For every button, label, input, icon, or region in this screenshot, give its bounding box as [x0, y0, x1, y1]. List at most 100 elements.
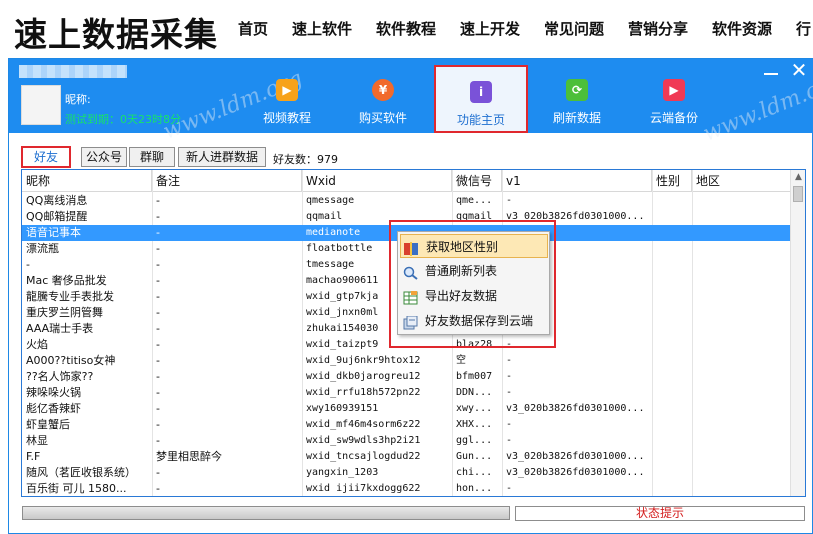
table-cell-remark: -	[156, 290, 160, 303]
col-wxid[interactable]: Wxid	[302, 170, 452, 192]
table-cell-region	[692, 289, 792, 305]
table-cell-nickname: ??名人饰家??	[26, 370, 94, 383]
nav-item-faq[interactable]: 常见问题	[544, 18, 604, 39]
toolbar-feature-home[interactable]: i 功能主页	[434, 65, 528, 133]
nav-item-more[interactable]: 行	[796, 18, 811, 39]
nav-item-home[interactable]: 首页	[238, 18, 268, 39]
table-cell-region	[692, 321, 792, 337]
col-nickname[interactable]: 昵称	[22, 170, 152, 192]
table-cell-nickname: 百乐街 可儿 1580...	[26, 482, 127, 495]
toolbar-refresh-data[interactable]: ⟳ 刷新数据	[542, 73, 612, 129]
tab-group-chats[interactable]: 群聊	[129, 147, 175, 167]
table-cell-wxid: qmessage	[306, 195, 355, 206]
vertical-scrollbar[interactable]: ▲	[790, 170, 805, 496]
table-cell-region	[692, 273, 792, 289]
magnifier-icon	[403, 264, 418, 280]
tab-official-accounts[interactable]: 公众号	[81, 147, 127, 167]
table-cell-remark: -	[156, 354, 160, 367]
table-cell-region	[692, 465, 792, 481]
table-row[interactable]: 林显 - wxid_sw9wdls3hp2i21 ggl... -	[22, 433, 792, 449]
table-row[interactable]: 彪亿香辣虾 - xwy160939151 xwy... v3_020b3826fd030…	[22, 401, 792, 417]
table-cell-wxid: wxid_9uj6nkr9htox12	[306, 355, 421, 366]
table-cell-remark: -	[156, 306, 160, 319]
window-title-redacted	[19, 65, 127, 78]
toolbar-cloud-backup[interactable]: ▶ 云端备份	[639, 73, 709, 129]
friend-count: 好友数：979	[273, 153, 338, 166]
app-toolbar: ✕ 昵称: 测试到期：0天23时8分 www.ldm.org www.ldm.o…	[9, 59, 813, 147]
nav-item-software[interactable]: 速上软件	[292, 18, 352, 39]
tab-new-members[interactable]: 新人进群数据	[178, 147, 266, 167]
table-row[interactable]: 虾皇蟹后 - wxid_mf46m4sorm6z22 XHX... -	[22, 417, 792, 433]
table-cell-remark: -	[156, 210, 160, 223]
toolbar-video-tutorial[interactable]: ▶ 视频教程	[252, 73, 322, 129]
table-cell-gender	[652, 257, 692, 273]
cloud-backup-icon: ▶	[663, 79, 685, 101]
table-cell-gender	[652, 273, 692, 289]
minimize-button[interactable]	[764, 61, 778, 75]
menu-get-region-gender[interactable]: 获取地区性别	[400, 234, 548, 258]
table-cell-gender	[652, 369, 692, 385]
table-cell-wechat-id: bfm007	[456, 371, 493, 382]
table-cell-remark: -	[156, 322, 160, 335]
context-menu: 获取地区性别 普通刷新列表 导出好友数据 好友数据保存到云端	[397, 231, 550, 335]
tab-friends[interactable]: 好友	[21, 146, 71, 168]
nav-item-resources[interactable]: 软件资源	[712, 18, 772, 39]
table-row[interactable]: ??名人饰家?? - wxid_dkb0jarogreu12 bfm007 -	[22, 369, 792, 385]
nav-item-tutorial[interactable]: 软件教程	[376, 18, 436, 39]
table-row[interactable]: 随风（茗匠收银系统） - yangxin_1203 chi... v3_020b3826…	[22, 465, 792, 481]
col-v1[interactable]: v1	[502, 170, 652, 192]
menu-label: 普通刷新列表	[425, 264, 498, 278]
table-row[interactable]: 辣哚哚火锅 - wxid_rrfu18h572pn22 DDN... -	[22, 385, 792, 401]
table-cell-v1: -	[506, 435, 513, 446]
home-icon: i	[470, 81, 492, 103]
col-remark[interactable]: 备注	[152, 170, 302, 192]
spreadsheet-icon	[403, 289, 418, 305]
menu-save-to-cloud[interactable]: 好友数据保存到云端	[400, 309, 548, 333]
toolbar-label: 功能主页	[456, 113, 505, 127]
table-cell-v1: v3_020b3826fd0301000...	[506, 467, 645, 478]
table-cell-nickname: 语音记事本	[26, 226, 81, 239]
cart-icon: ¥	[372, 79, 394, 101]
table-cell-wxid: wxid ijii7kxdogg622	[306, 483, 421, 494]
table-cell-region	[692, 401, 792, 417]
toolbar-buy-software[interactable]: ¥ 购买软件	[348, 73, 418, 129]
scroll-thumb[interactable]	[793, 186, 803, 202]
table-row[interactable]: QQ离线消息 - qmessage qme... -	[22, 193, 792, 209]
table-cell-wxid: xwy160939151	[306, 403, 379, 414]
scroll-up-icon[interactable]: ▲	[791, 170, 805, 184]
col-region[interactable]: 地区	[692, 170, 792, 192]
table-cell-nickname: 火焰	[26, 338, 48, 351]
table-cell-remark: -	[156, 434, 160, 447]
col-wechat-id[interactable]: 微信号	[452, 170, 502, 192]
col-gender[interactable]: 性别	[652, 170, 692, 192]
table-cell-wechat-id: xwy...	[456, 403, 493, 414]
table-cell-nickname: 虾皇蟹后	[26, 418, 70, 431]
menu-refresh-list[interactable]: 普通刷新列表	[400, 259, 548, 283]
toolbar-label: 购买软件	[358, 111, 407, 125]
table-cell-nickname: -	[26, 258, 30, 271]
menu-export-friends[interactable]: 导出好友数据	[400, 284, 548, 308]
table-cell-wechat-id: qme...	[456, 195, 493, 206]
brand-logo[interactable]: 速上数据采集	[14, 8, 218, 56]
table-cell-region	[692, 337, 792, 353]
nav-item-develop[interactable]: 速上开发	[460, 18, 520, 39]
table-cell-wechat-id: 空	[456, 355, 466, 366]
table-cell-region	[692, 417, 792, 433]
table-cell-gender	[652, 433, 692, 449]
avatar	[21, 85, 61, 125]
table-cell-nickname: AAA瑞士手表	[26, 322, 94, 335]
table-cell-remark: -	[156, 242, 160, 255]
table-cell-remark: -	[156, 418, 160, 431]
table-cell-nickname: F.F	[26, 450, 41, 463]
progress-bar	[22, 506, 510, 520]
nickname-label: 昵称:	[65, 93, 91, 106]
table-cell-wxid: wxid_sw9wdls3hp2i21	[306, 435, 421, 446]
close-button[interactable]: ✕	[790, 60, 808, 80]
table-row[interactable]: F.F 梦里相思醉今 wxid_tncsajlogdud22 Gun... v3_020…	[22, 449, 792, 465]
table-row[interactable]: 百乐街 可儿 1580... - wxid ijii7kxdogg622 hon...…	[22, 481, 792, 496]
nav-item-marketing[interactable]: 营销分享	[628, 18, 688, 39]
table-row[interactable]: A000??titiso女神 - wxid_9uj6nkr9htox12 空 -	[22, 353, 792, 369]
table-cell-wechat-id: chi...	[456, 467, 493, 478]
table-cell-gender	[652, 225, 692, 241]
table-cell-remark: -	[156, 370, 160, 383]
